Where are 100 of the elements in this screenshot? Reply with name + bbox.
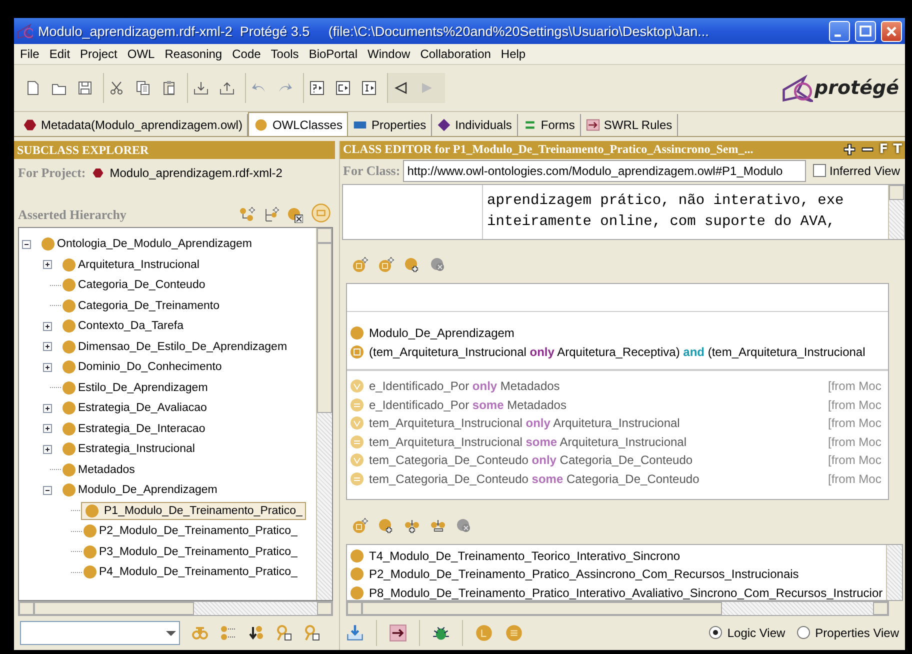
vertical-scrollbar[interactable]: [888, 184, 904, 239]
tree-item[interactable]: Ontologia_De_Modulo_Aprendizagem: [56, 237, 253, 252]
search-field[interactable]: [20, 621, 180, 645]
tree-item[interactable]: Categoria_De_Treinamento: [77, 298, 220, 313]
class-icon: [61, 462, 77, 478]
move-class-icon[interactable]: [248, 625, 264, 641]
tree-item[interactable]: Estrategia_De_Interacao: [77, 422, 206, 436]
some-restriction-icon: [349, 470, 365, 487]
tree-item[interactable]: Dominio_Do_Conhecimento: [77, 360, 223, 374]
project-icon: [92, 167, 104, 179]
add-disjoint-icon[interactable]: [404, 518, 420, 534]
disjoint-class[interactable]: P8_Modulo_De_Treinamento_Pratico_Interativo_Avaliativo_Sincrono_Com_Recursos_Instrucior: [369, 586, 886, 600]
view-radio[interactable]: Logic View: [709, 626, 786, 640]
tree-item[interactable]: Categoria_De_Conteudo: [77, 278, 206, 292]
tree-item[interactable]: Metadados: [77, 462, 136, 477]
collapse-icon[interactable]: [21, 238, 32, 250]
create-sibling-icon[interactable]: [263, 207, 279, 223]
tree-item[interactable]: Estrategia_Instrucional: [77, 442, 196, 456]
key-icon[interactable]: [304, 625, 320, 641]
tree-item[interactable]: P4_Modulo_De_Treinamento_Pratico_: [98, 565, 298, 580]
create-restriction-icon[interactable]: [378, 257, 394, 274]
inherited-restriction[interactable]: tem_Arquitetura_Instrucional some Arquitetura_Instrucional: [369, 434, 824, 449]
expand-icon[interactable]: [42, 423, 53, 434]
expand-icon[interactable]: [42, 259, 53, 270]
collapse-icon[interactable]: [42, 484, 53, 496]
class-icon: [61, 298, 77, 314]
tree-item[interactable]: Contexto_Da_Tarefa: [77, 319, 184, 334]
menu-item[interactable]: Collaboration: [415, 47, 496, 61]
inferred-view-checkbox[interactable]: Inferred View: [808, 164, 902, 178]
tree-item[interactable]: Dimensao_De_Estilo_De_Aprendizagem: [77, 340, 288, 354]
query-icon[interactable]: [309, 80, 325, 96]
uri-field[interactable]: http://www.owl-ontologies.com/Modulo_aprendizagem.owl#P1_Modulo: [403, 160, 806, 182]
add-icon[interactable]: [843, 143, 856, 156]
key-icon[interactable]: [276, 625, 292, 641]
tree-item[interactable]: P3_Modulo_De_Treinamento_Pratico_: [98, 544, 298, 559]
disjoint-class[interactable]: P2_Modulo_De_Treinamento_Pratico_Assincrono_Com_Recursos_Instrucionais: [369, 567, 886, 582]
vertical-scrollbar[interactable]: [886, 544, 902, 600]
superclass-expression[interactable]: Modulo_De_Aprendizagem: [369, 326, 888, 340]
expand-icon[interactable]: [42, 362, 53, 373]
class-list-icon[interactable]: [220, 625, 236, 641]
menu-item[interactable]: Reasoning: [160, 47, 228, 61]
inherited-restriction[interactable]: e_Identificado_Por only Metadados: [369, 379, 824, 394]
tree-item[interactable]: Modulo_De_Aprendizagem: [77, 483, 218, 498]
menu-item[interactable]: Help: [496, 47, 531, 61]
remove-class-icon[interactable]: [430, 257, 446, 274]
inherited-restriction[interactable]: e_Identificado_Por some Metadados: [369, 398, 824, 412]
close-button[interactable]: [881, 20, 902, 42]
create-subclass-icon[interactable]: [239, 207, 255, 223]
expand-icon[interactable]: [42, 320, 53, 332]
menu-item[interactable]: Code: [227, 47, 266, 61]
tree-item[interactable]: Estrategia_De_Avaliacao: [77, 401, 208, 416]
instance-play-icon[interactable]: [361, 80, 377, 96]
view-radio[interactable]: Properties View: [797, 626, 899, 640]
menu-item[interactable]: Tools: [266, 47, 304, 61]
expand-icon[interactable]: [42, 444, 53, 455]
import-icon[interactable]: [193, 80, 209, 96]
download-icon[interactable]: [346, 624, 364, 642]
remove-class-icon[interactable]: [456, 518, 472, 534]
create-class-icon[interactable]: [352, 518, 368, 534]
save-icon[interactable]: [77, 80, 93, 96]
menu-item[interactable]: File: [15, 47, 44, 61]
cut-icon[interactable]: [109, 80, 125, 96]
remove-disjoint-icon[interactable]: [430, 518, 446, 534]
delete-class-icon[interactable]: [287, 207, 303, 223]
selected-row[interactable]: P1_Modulo_De_Treinamento_Pratico_: [82, 502, 306, 519]
expand-icon[interactable]: [42, 402, 53, 414]
tree-item[interactable]: P2_Modulo_De_Treinamento_Pratico_: [98, 524, 298, 538]
some-restriction-icon: [349, 434, 365, 450]
back-icon[interactable]: [393, 80, 409, 96]
tree-item[interactable]: Estilo_De_Aprendizagem: [77, 380, 209, 395]
some-restriction-icon: [349, 396, 365, 413]
add-class-icon[interactable]: [378, 518, 394, 534]
inherited-restriction[interactable]: tem_Categoria_De_Conteudo only Categoria_De_Conteudo: [369, 453, 824, 468]
export-icon[interactable]: [219, 80, 235, 96]
menu-item[interactable]: BioPortal: [304, 47, 363, 61]
inherited-restriction[interactable]: tem_Categoria_De_Conteudo some Categoria_De_Conteudo: [369, 472, 824, 486]
expand-icon[interactable]: [42, 341, 53, 352]
vertical-scrollbar[interactable]: [316, 228, 332, 600]
tree-item[interactable]: Arquitetura_Instrucional: [77, 258, 200, 272]
menu-item[interactable]: Window: [362, 47, 416, 61]
horizontal-scrollbar[interactable]: [346, 600, 889, 616]
superclass-expression[interactable]: (tem_Arquitetura_Instrucional only Arquitetura_Receptiva) and (tem_Arquitetura_Instrucional: [369, 344, 888, 359]
disjoint-class[interactable]: T4_Modulo_De_Treinamento_Teorico_Interativo_Sincrono: [369, 548, 886, 563]
class-label: For Class:: [343, 162, 400, 179]
create-class-icon[interactable]: [352, 257, 368, 274]
menu-item[interactable]: Edit: [44, 47, 76, 61]
minimize-button[interactable]: [829, 20, 850, 42]
class-play-icon[interactable]: [335, 80, 351, 96]
copy-icon[interactable]: [135, 80, 151, 96]
inherited-restriction[interactable]: tem_Arquitetura_Instrucional only Arquitetura_Instrucional: [369, 416, 824, 430]
menu-item[interactable]: OWL: [122, 47, 160, 61]
add-class-icon[interactable]: [404, 257, 420, 274]
paste-icon[interactable]: [161, 80, 177, 96]
project-label: For Project:: [18, 165, 86, 181]
maximize-button[interactable]: [855, 20, 876, 42]
menu-item[interactable]: Project: [75, 47, 122, 61]
tab[interactable]: OWLClasses: [248, 112, 348, 136]
new-file-icon[interactable]: [25, 80, 41, 96]
class-icon: [61, 256, 77, 273]
horizontal-scrollbar[interactable]: [18, 601, 333, 616]
